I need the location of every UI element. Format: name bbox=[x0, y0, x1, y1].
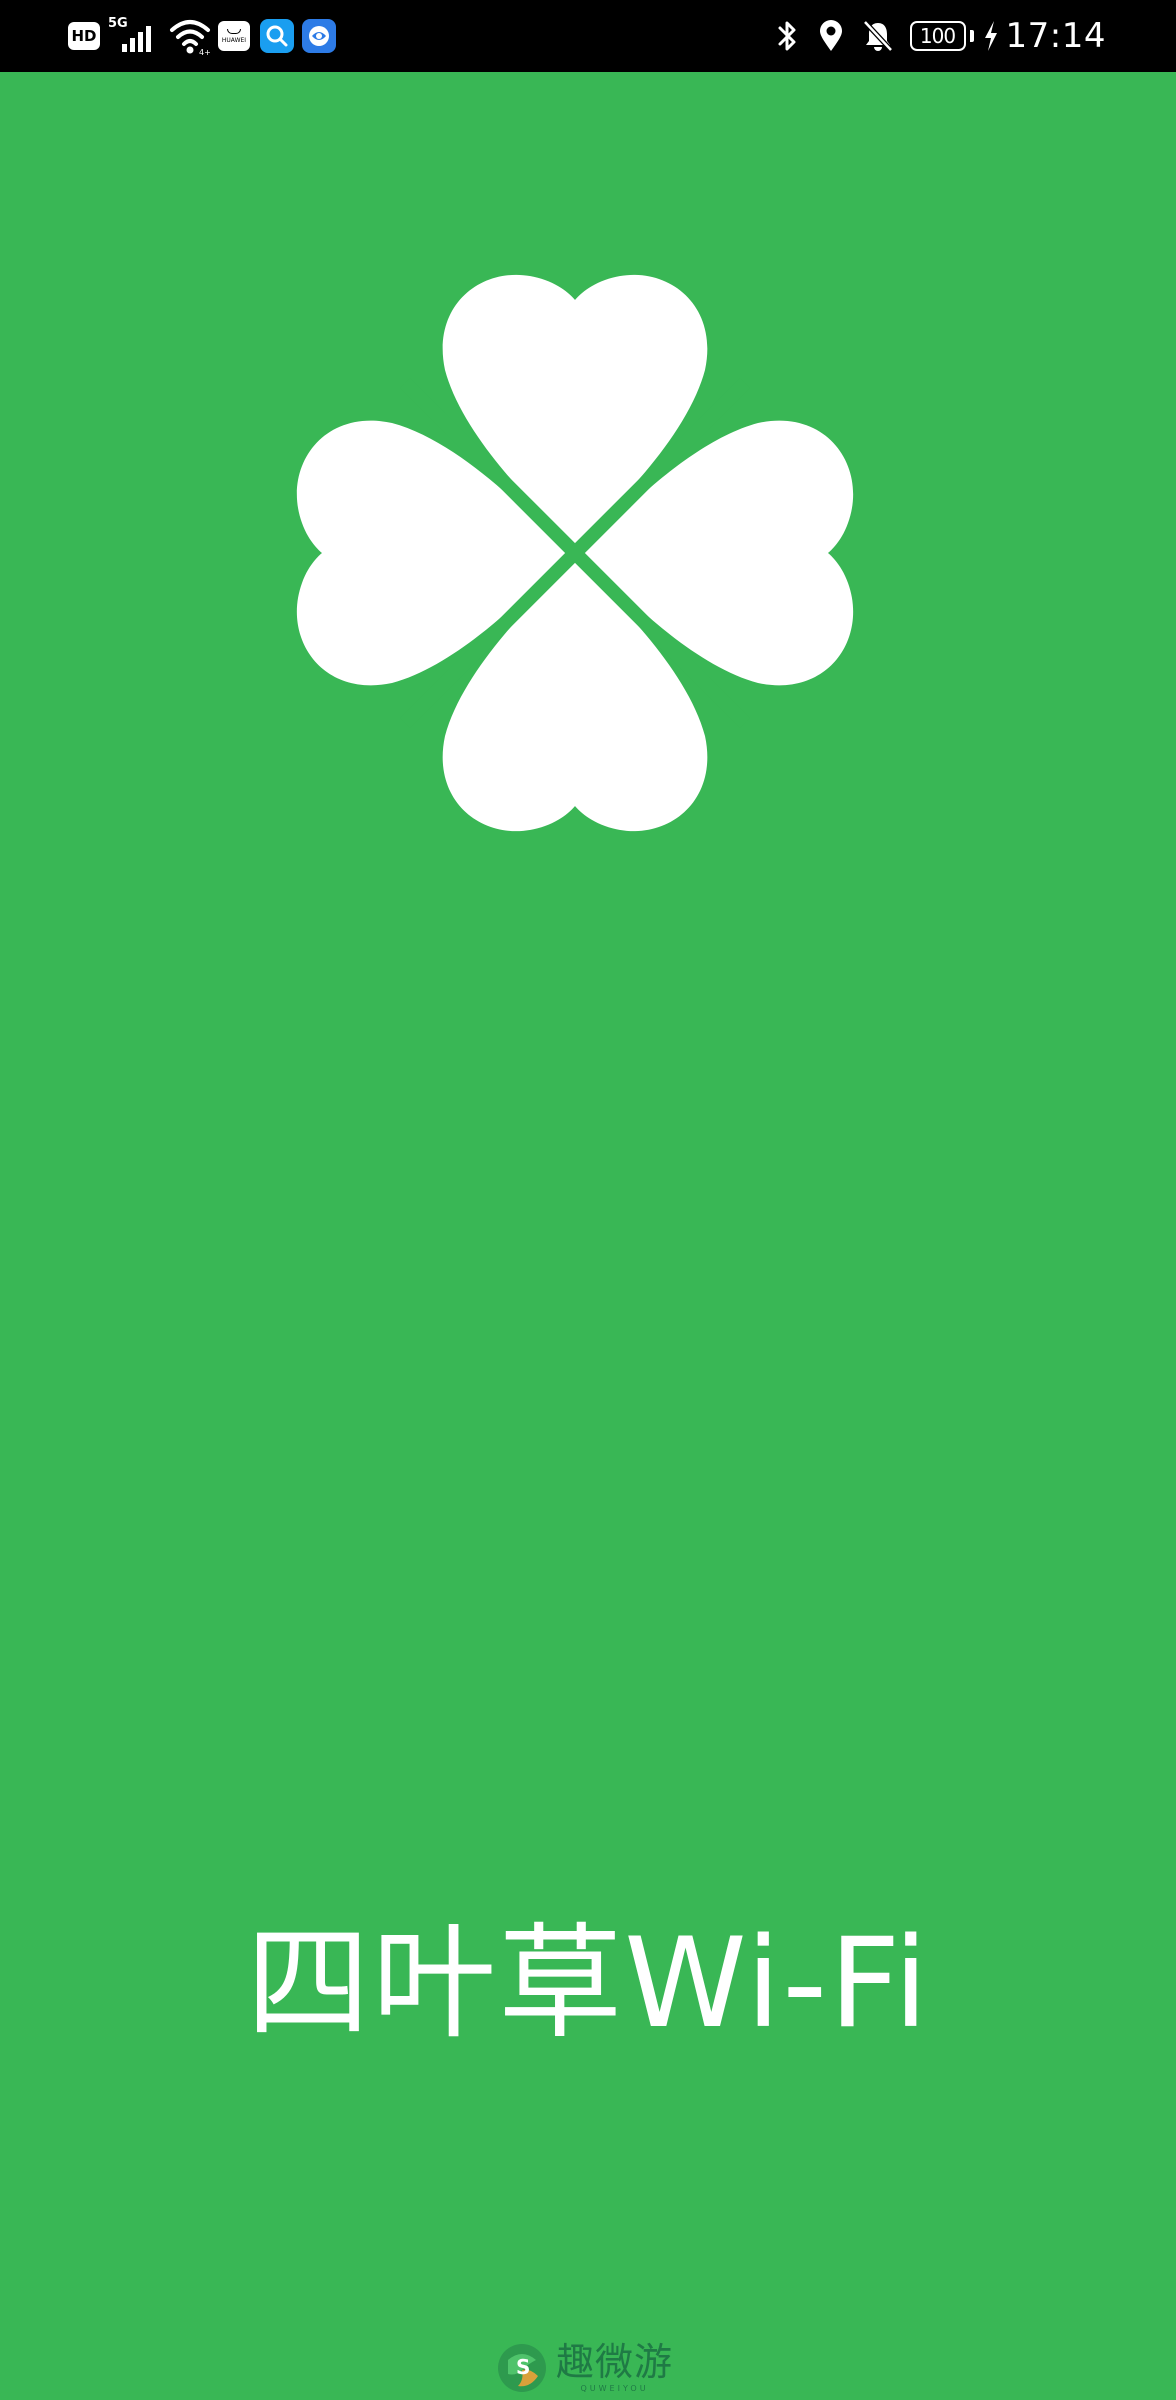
location-icon bbox=[818, 19, 844, 53]
battery-cap bbox=[969, 30, 974, 42]
watermark-name: 趣微游 bbox=[556, 2340, 674, 2384]
search-app-icon bbox=[260, 19, 294, 53]
four-leaf-clover-icon bbox=[260, 238, 890, 868]
watermark-logo-icon: S bbox=[494, 2340, 550, 2396]
wifi-icon: 4+ bbox=[168, 16, 212, 56]
charging-icon bbox=[982, 19, 1000, 53]
status-bar-right: 100 17:14 bbox=[774, 0, 1106, 72]
status-bar-left: HD 5G 4+ HUAWEI bbox=[68, 0, 336, 72]
watermark: S 趣微游 QUWEIYOU bbox=[494, 2340, 673, 2400]
watermark-sub: QUWEIYOU bbox=[580, 2384, 649, 2393]
bluetooth-icon bbox=[774, 18, 800, 54]
browser-app-icon bbox=[302, 19, 336, 53]
svg-text:S: S bbox=[516, 2355, 530, 2379]
app-title: 四叶草Wi-Fi bbox=[246, 1912, 930, 2056]
clock: 17:14 bbox=[1005, 16, 1106, 56]
cellular-signal-icon: 5G bbox=[108, 16, 160, 56]
huawei-app-label: HUAWEI bbox=[221, 36, 247, 44]
hd-voice-icon: HD bbox=[68, 22, 100, 50]
status-bar: HD 5G 4+ HUAWEI 100 17:14 bbox=[0, 0, 1176, 72]
huawei-app-icon: HUAWEI bbox=[218, 21, 250, 51]
svg-text:4+: 4+ bbox=[199, 48, 211, 56]
battery-icon: 100 bbox=[909, 21, 966, 51]
notifications-muted-icon bbox=[862, 19, 894, 53]
